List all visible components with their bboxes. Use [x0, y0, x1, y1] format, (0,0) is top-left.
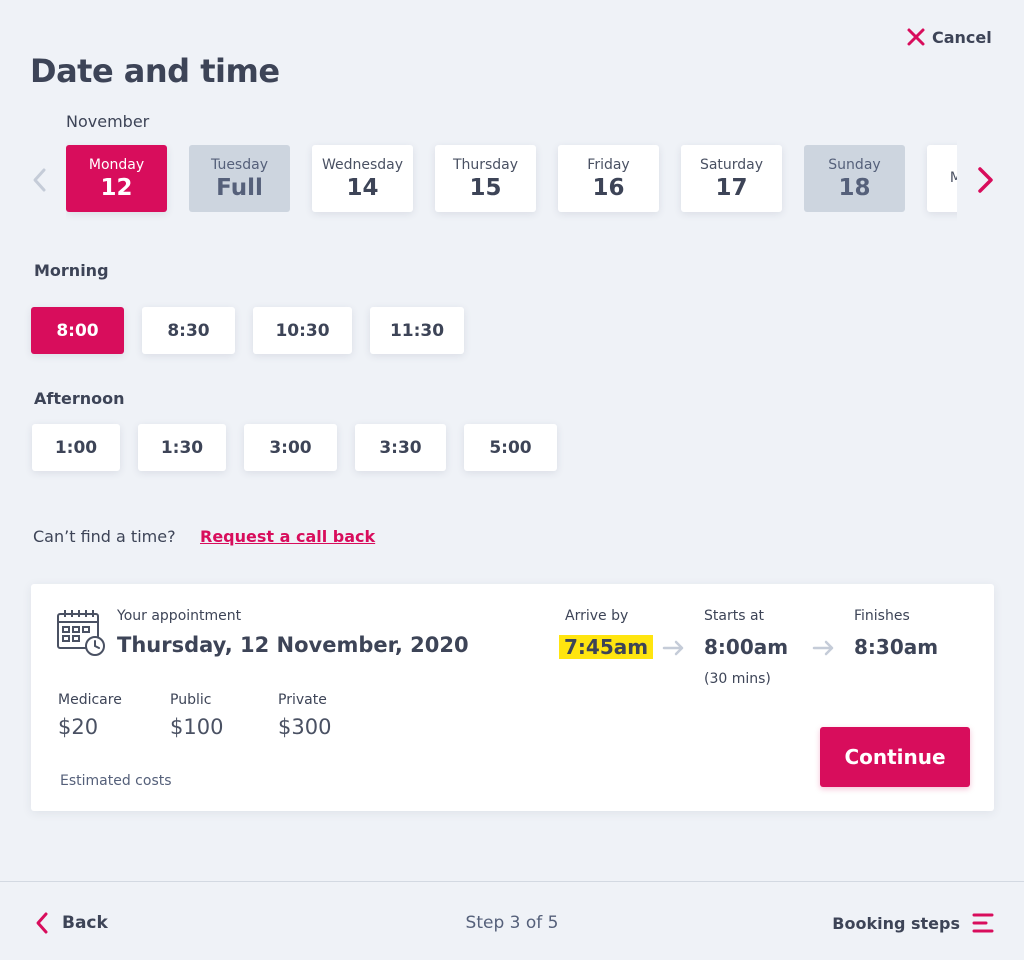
cost-label-medicare: Medicare — [58, 692, 122, 708]
cost-value-public: $100 — [170, 715, 224, 739]
time-slot[interactable]: 11:30 — [370, 307, 464, 354]
booking-steps-label: Booking steps — [832, 913, 960, 933]
day-card[interactable]: Friday 16 — [558, 145, 659, 212]
arrive-time: 7:45am — [559, 635, 654, 659]
duration: (30 mins) — [704, 671, 771, 687]
appointment-date: Thursday, 12 November, 2020 — [117, 633, 469, 657]
time-slot[interactable]: 8:30 — [142, 307, 235, 354]
booking-steps-button[interactable]: Booking steps — [832, 910, 994, 936]
day-name: Monday — [949, 169, 957, 186]
finishes-label: Finishes — [854, 608, 910, 624]
appointment-label: Your appointment — [117, 608, 242, 624]
time-slot[interactable]: 5:00 — [464, 424, 557, 471]
cancel-label: Cancel — [932, 27, 992, 47]
time-slot[interactable]: 8:00 — [31, 307, 124, 354]
day-card: Sunday 18 — [804, 145, 905, 212]
time-slot[interactable]: 1:30 — [138, 424, 226, 471]
page-title: Date and time — [30, 52, 280, 90]
estimated-costs-note: Estimated costs — [60, 773, 172, 789]
day-card[interactable]: Thursday 15 — [435, 145, 536, 212]
day-value: Full — [216, 174, 263, 201]
day-name: Thursday — [452, 156, 519, 173]
cost-label-private: Private — [278, 692, 327, 708]
day-name: Tuesday — [211, 156, 268, 173]
footer: Back Step 3 of 5 Booking steps — [0, 881, 1024, 960]
day-row: Monday 12 Tuesday Full Wednesday 14 Thursday 15… — [66, 145, 957, 212]
menu-lines-icon — [972, 913, 994, 933]
day-name: Wednesday — [321, 156, 404, 173]
time-slot[interactable]: 3:00 — [244, 424, 337, 471]
day-value: 15 — [469, 174, 502, 201]
morning-slots: 8:00 8:30 10:30 11:30 — [31, 307, 464, 354]
arrive-label: Arrive by — [565, 608, 629, 624]
cost-value-private: $300 — [278, 715, 332, 739]
day-card[interactable]: Wednesday 14 — [312, 145, 413, 212]
cant-find-text: Can’t find a time? — [33, 527, 176, 546]
day-name: Sunday — [828, 156, 881, 173]
day-value: 18 — [838, 174, 871, 201]
starts-time: 8:00am — [704, 635, 789, 659]
day-name: Friday — [587, 156, 630, 173]
calendar-clock-icon — [57, 610, 105, 656]
morning-label: Morning — [34, 261, 109, 280]
cost-value-medicare: $20 — [58, 715, 99, 739]
starts-label: Starts at — [704, 608, 765, 624]
day-name: Saturday — [699, 156, 764, 173]
day-value: 17 — [715, 174, 748, 201]
day-value: 12 — [100, 174, 133, 201]
day-card[interactable]: Saturday 17 — [681, 145, 782, 212]
close-icon — [907, 28, 925, 46]
day-value: 14 — [346, 174, 379, 201]
chevron-left-icon[interactable] — [28, 166, 52, 194]
day-card[interactable]: Monday 12 — [66, 145, 167, 212]
cancel-button[interactable]: Cancel — [906, 24, 992, 50]
time-slot[interactable]: 3:30 — [355, 424, 446, 471]
arrow-right-icon — [662, 640, 684, 656]
continue-button[interactable]: Continue — [820, 727, 970, 787]
month-label: November — [66, 112, 150, 131]
cost-label-public: Public — [170, 692, 212, 708]
day-strip: Monday 12 Tuesday Full Wednesday 14 Thursday 15… — [66, 131, 957, 231]
day-card: Tuesday Full — [189, 145, 290, 212]
time-slot[interactable]: 1:00 — [32, 424, 120, 471]
chevron-right-icon[interactable] — [972, 164, 998, 196]
finishes-time: 8:30am — [854, 635, 939, 659]
day-card[interactable]: Monday — [927, 145, 957, 212]
day-name: Monday — [88, 156, 145, 173]
afternoon-slots: 1:00 1:30 3:00 3:30 5:00 — [32, 424, 557, 471]
time-slot[interactable]: 10:30 — [253, 307, 352, 354]
day-value: 16 — [592, 174, 625, 201]
request-callback-link[interactable]: Request a call back — [200, 527, 375, 546]
appointment-summary: Your appointment Thursday, 12 November, … — [31, 584, 994, 811]
afternoon-label: Afternoon — [34, 389, 125, 408]
arrow-right-icon — [812, 640, 834, 656]
